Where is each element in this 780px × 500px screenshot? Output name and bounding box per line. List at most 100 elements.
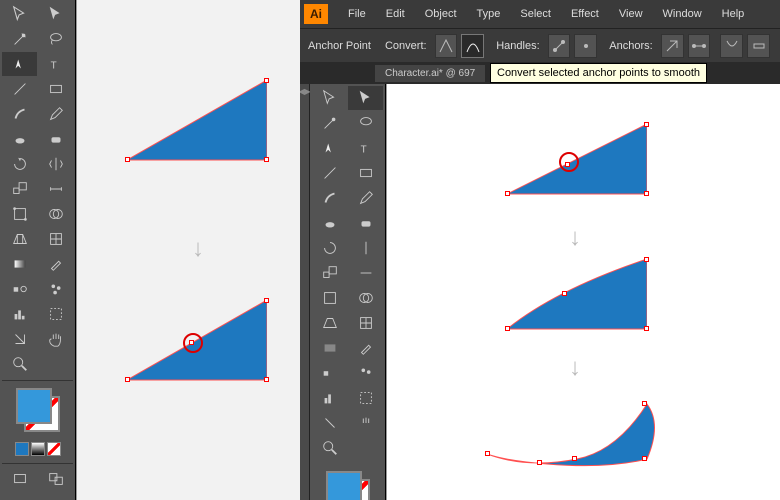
slice-tool[interactable]	[2, 327, 37, 351]
artboard-tool[interactable]	[348, 386, 383, 410]
selection-tool[interactable]	[312, 86, 347, 110]
reflect-tool[interactable]	[38, 152, 73, 176]
lasso-tool[interactable]	[38, 27, 73, 51]
selection-tool[interactable]	[2, 2, 37, 26]
panel-collapse-handle[interactable]: ◀▶	[300, 84, 310, 500]
app-logo-icon[interactable]: Ai	[304, 4, 328, 24]
menu-view[interactable]: View	[609, 8, 653, 20]
gradient-tool[interactable]	[2, 252, 37, 276]
left-canvas[interactable]: ↓	[76, 0, 300, 500]
menu-file[interactable]: File	[338, 8, 376, 20]
eraser-tool[interactable]	[38, 127, 73, 151]
eyedropper-tool[interactable]	[348, 336, 383, 360]
menu-type[interactable]: Type	[467, 8, 511, 20]
anchors-cut-button[interactable]	[720, 34, 743, 58]
menu-effect[interactable]: Effect	[561, 8, 609, 20]
pen-tool[interactable]	[2, 52, 37, 76]
gradient-mode-icon[interactable]	[31, 442, 45, 456]
rectangle-tool[interactable]	[38, 77, 73, 101]
scale-tool[interactable]	[2, 177, 37, 201]
right-canvas[interactable]: ↓ ↓	[386, 84, 780, 500]
lasso-tool[interactable]	[348, 111, 383, 135]
menu-window[interactable]: Window	[653, 8, 712, 20]
rectangle-tool[interactable]	[348, 161, 383, 185]
blob-brush-tool[interactable]	[2, 127, 37, 151]
color-mode-icon[interactable]	[15, 442, 29, 456]
free-transform-tool[interactable]	[312, 286, 347, 310]
scale-tool[interactable]	[312, 261, 347, 285]
pencil-tool[interactable]	[38, 102, 73, 126]
magic-wand-tool[interactable]	[2, 27, 37, 51]
zoom-tool[interactable]	[312, 436, 347, 460]
width-tool[interactable]	[348, 261, 383, 285]
anchors-connect-button[interactable]	[688, 34, 711, 58]
perspective-grid-tool[interactable]	[312, 311, 347, 335]
anchors-align-button[interactable]	[747, 34, 770, 58]
direct-selection-tool[interactable]	[38, 2, 73, 26]
convert-label: Convert:	[385, 40, 427, 52]
width-tool[interactable]	[38, 177, 73, 201]
menu-edit[interactable]: Edit	[376, 8, 415, 20]
anchors-remove-button[interactable]	[661, 34, 684, 58]
paintbrush-tool[interactable]	[2, 102, 37, 126]
shape-builder-tool[interactable]	[348, 286, 383, 310]
tooltip: Convert selected anchor points to smooth	[490, 63, 707, 83]
convert-corner-button[interactable]	[435, 34, 458, 58]
eyedropper-tool[interactable]	[38, 252, 73, 276]
triangle-shape-1[interactable]	[127, 80, 267, 170]
fill-swatch[interactable]	[16, 388, 52, 424]
hand-tool[interactable]	[348, 411, 383, 435]
handles-show-button[interactable]	[548, 34, 571, 58]
arrow-down-icon: ↓	[192, 235, 204, 263]
paintbrush-tool[interactable]	[312, 186, 347, 210]
document-tab[interactable]: Character.ai* @ 697	[375, 65, 485, 82]
left-toolbox: T	[0, 0, 76, 500]
slice-tool[interactable]	[312, 411, 347, 435]
perspective-grid-tool[interactable]	[2, 227, 37, 251]
none-mode-icon[interactable]	[47, 442, 61, 456]
empty-tool	[38, 352, 73, 376]
convert-smooth-button[interactable]	[461, 34, 484, 58]
blend-tool[interactable]	[2, 277, 37, 301]
color-swatches[interactable]	[312, 467, 383, 500]
direct-selection-tool[interactable]	[348, 86, 383, 110]
line-tool[interactable]	[2, 77, 37, 101]
mesh-tool[interactable]	[348, 311, 383, 335]
pencil-tool[interactable]	[348, 186, 383, 210]
blend-tool[interactable]	[312, 361, 347, 385]
handles-hide-button[interactable]	[574, 34, 597, 58]
pen-tool[interactable]	[312, 136, 347, 160]
curved-shape-r3[interactable]	[487, 389, 667, 474]
column-graph-tool[interactable]	[2, 302, 37, 326]
symbol-sprayer-tool[interactable]	[348, 361, 383, 385]
mesh-tool[interactable]	[38, 227, 73, 251]
artboard-tool[interactable]	[38, 302, 73, 326]
anchors-label: Anchors:	[609, 40, 652, 52]
fill-swatch[interactable]	[326, 471, 362, 500]
type-tool[interactable]: T	[38, 52, 73, 76]
shape-builder-tool[interactable]	[38, 202, 73, 226]
menu-object[interactable]: Object	[415, 8, 467, 20]
handles-label: Handles:	[496, 40, 539, 52]
curved-shape-r2[interactable]	[507, 259, 647, 334]
hand-tool[interactable]	[38, 327, 73, 351]
free-transform-tool[interactable]	[2, 202, 37, 226]
menu-help[interactable]: Help	[712, 8, 755, 20]
gradient-tool[interactable]	[312, 336, 347, 360]
eraser-tool[interactable]	[348, 211, 383, 235]
symbol-sprayer-tool[interactable]	[38, 277, 73, 301]
column-graph-tool[interactable]	[312, 386, 347, 410]
reflect-tool[interactable]	[348, 236, 383, 260]
type-tool[interactable]: T	[348, 136, 383, 160]
right-toolbox: T	[310, 84, 386, 500]
screen-mode-icon[interactable]	[2, 467, 37, 491]
rotate-tool[interactable]	[2, 152, 37, 176]
line-tool[interactable]	[312, 161, 347, 185]
menu-select[interactable]: Select	[510, 8, 561, 20]
zoom-tool[interactable]	[2, 352, 37, 376]
rotate-tool[interactable]	[312, 236, 347, 260]
magic-wand-tool[interactable]	[312, 111, 347, 135]
change-screen-icon[interactable]	[38, 467, 73, 491]
blob-brush-tool[interactable]	[312, 211, 347, 235]
color-swatches[interactable]	[2, 384, 73, 460]
